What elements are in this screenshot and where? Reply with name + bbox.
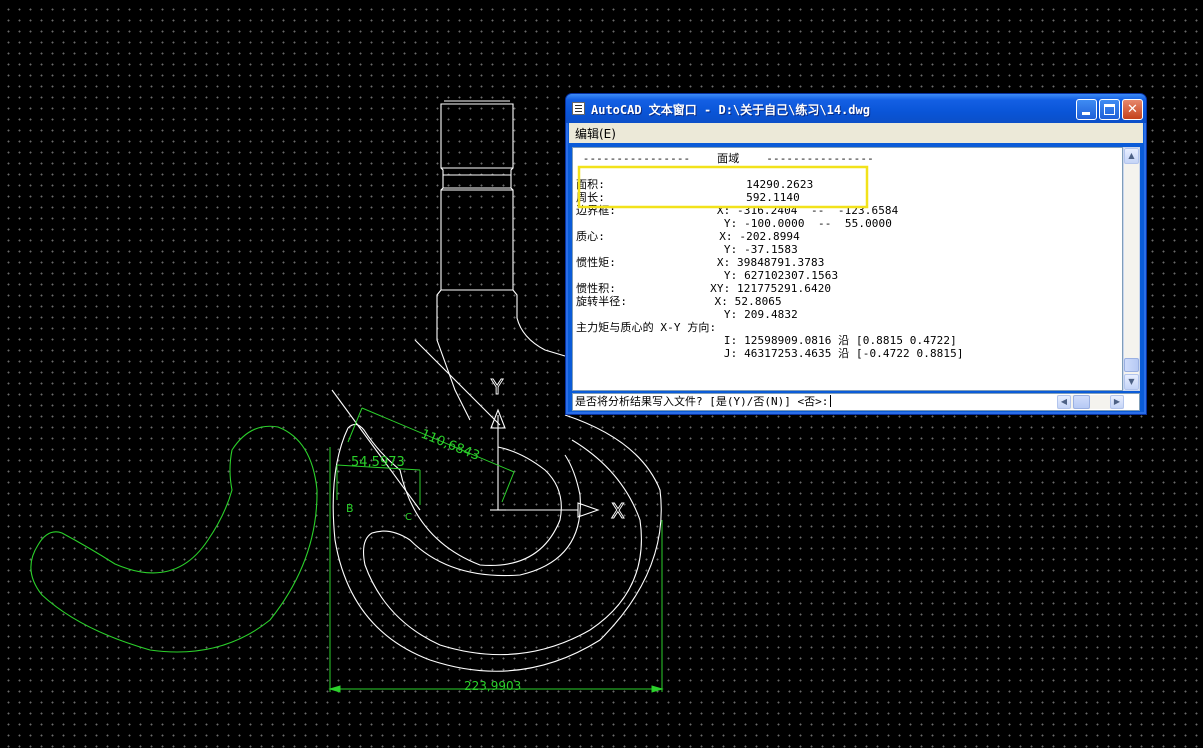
maximize-icon bbox=[1104, 104, 1115, 115]
ucs-x-label: X bbox=[611, 499, 625, 523]
minimize-button[interactable] bbox=[1076, 99, 1097, 120]
minimize-icon bbox=[1082, 112, 1090, 115]
scroll-left-button[interactable]: ◀ bbox=[1057, 395, 1071, 409]
scroll-right-button[interactable]: ▶ bbox=[1110, 395, 1124, 409]
point-c-label: C bbox=[405, 512, 412, 523]
close-icon: ✕ bbox=[1127, 102, 1138, 117]
dimension-angled-value: 110,6843 bbox=[419, 427, 482, 464]
command-prompt: 是否将分析结果写入文件? [是(Y)/否(N)] <否>: bbox=[575, 395, 829, 408]
maximize-button[interactable] bbox=[1099, 99, 1120, 120]
command-history[interactable]: ---------------- 面域 ---------------- 面积: … bbox=[572, 147, 1123, 391]
menu-edit[interactable]: 编辑(E) bbox=[575, 125, 616, 142]
scroll-thumb[interactable] bbox=[1124, 358, 1139, 372]
horizontal-scrollbar[interactable]: ◀ ▶ bbox=[1057, 395, 1124, 409]
scroll-down-button[interactable]: ▼ bbox=[1124, 374, 1139, 390]
chevron-right-icon: ▶ bbox=[1113, 397, 1121, 406]
chevron-left-icon: ◀ bbox=[1060, 397, 1068, 406]
highlight-overlay bbox=[577, 165, 869, 209]
hook-shank[interactable] bbox=[436, 100, 566, 421]
text-caret bbox=[830, 395, 832, 407]
autocad-text-window[interactable]: AutoCAD 文本窗口 - D:\关于自己\练习\14.dwg ✕ 编辑(E)… bbox=[565, 93, 1147, 415]
point-b-label: B bbox=[346, 502, 354, 515]
chevron-up-icon: ▲ bbox=[1128, 151, 1135, 160]
horizontal-scroll-thumb[interactable] bbox=[1073, 395, 1090, 409]
dimension-width-value: 223,9903 bbox=[464, 679, 521, 693]
title-bar[interactable]: AutoCAD 文本窗口 - D:\关于自己\练习\14.dwg ✕ bbox=[566, 94, 1146, 123]
ucs-icon bbox=[490, 408, 600, 518]
text-window-icon bbox=[572, 102, 585, 115]
ucs-y-label: Y bbox=[490, 375, 504, 399]
highlight-box bbox=[577, 165, 869, 209]
command-line[interactable]: 是否将分析结果写入文件? [是(Y)/否(N)] <否>: ◀ ▶ bbox=[572, 393, 1140, 411]
scroll-up-button[interactable]: ▲ bbox=[1124, 148, 1139, 164]
command-prompt-wrapper: 是否将分析结果写入文件? [是(Y)/否(N)] <否>: bbox=[575, 395, 832, 409]
window-title: AutoCAD 文本窗口 - D:\关于自己\练习\14.dwg bbox=[591, 103, 870, 117]
dimension-small-value: 54,5973 bbox=[351, 455, 405, 470]
menu-bar: 编辑(E) bbox=[569, 123, 1143, 143]
chevron-down-icon: ▼ bbox=[1128, 377, 1135, 386]
vertical-scrollbar[interactable]: ▲ ▼ bbox=[1123, 147, 1140, 391]
region-outline[interactable] bbox=[30, 425, 318, 653]
close-button[interactable]: ✕ bbox=[1122, 99, 1143, 120]
